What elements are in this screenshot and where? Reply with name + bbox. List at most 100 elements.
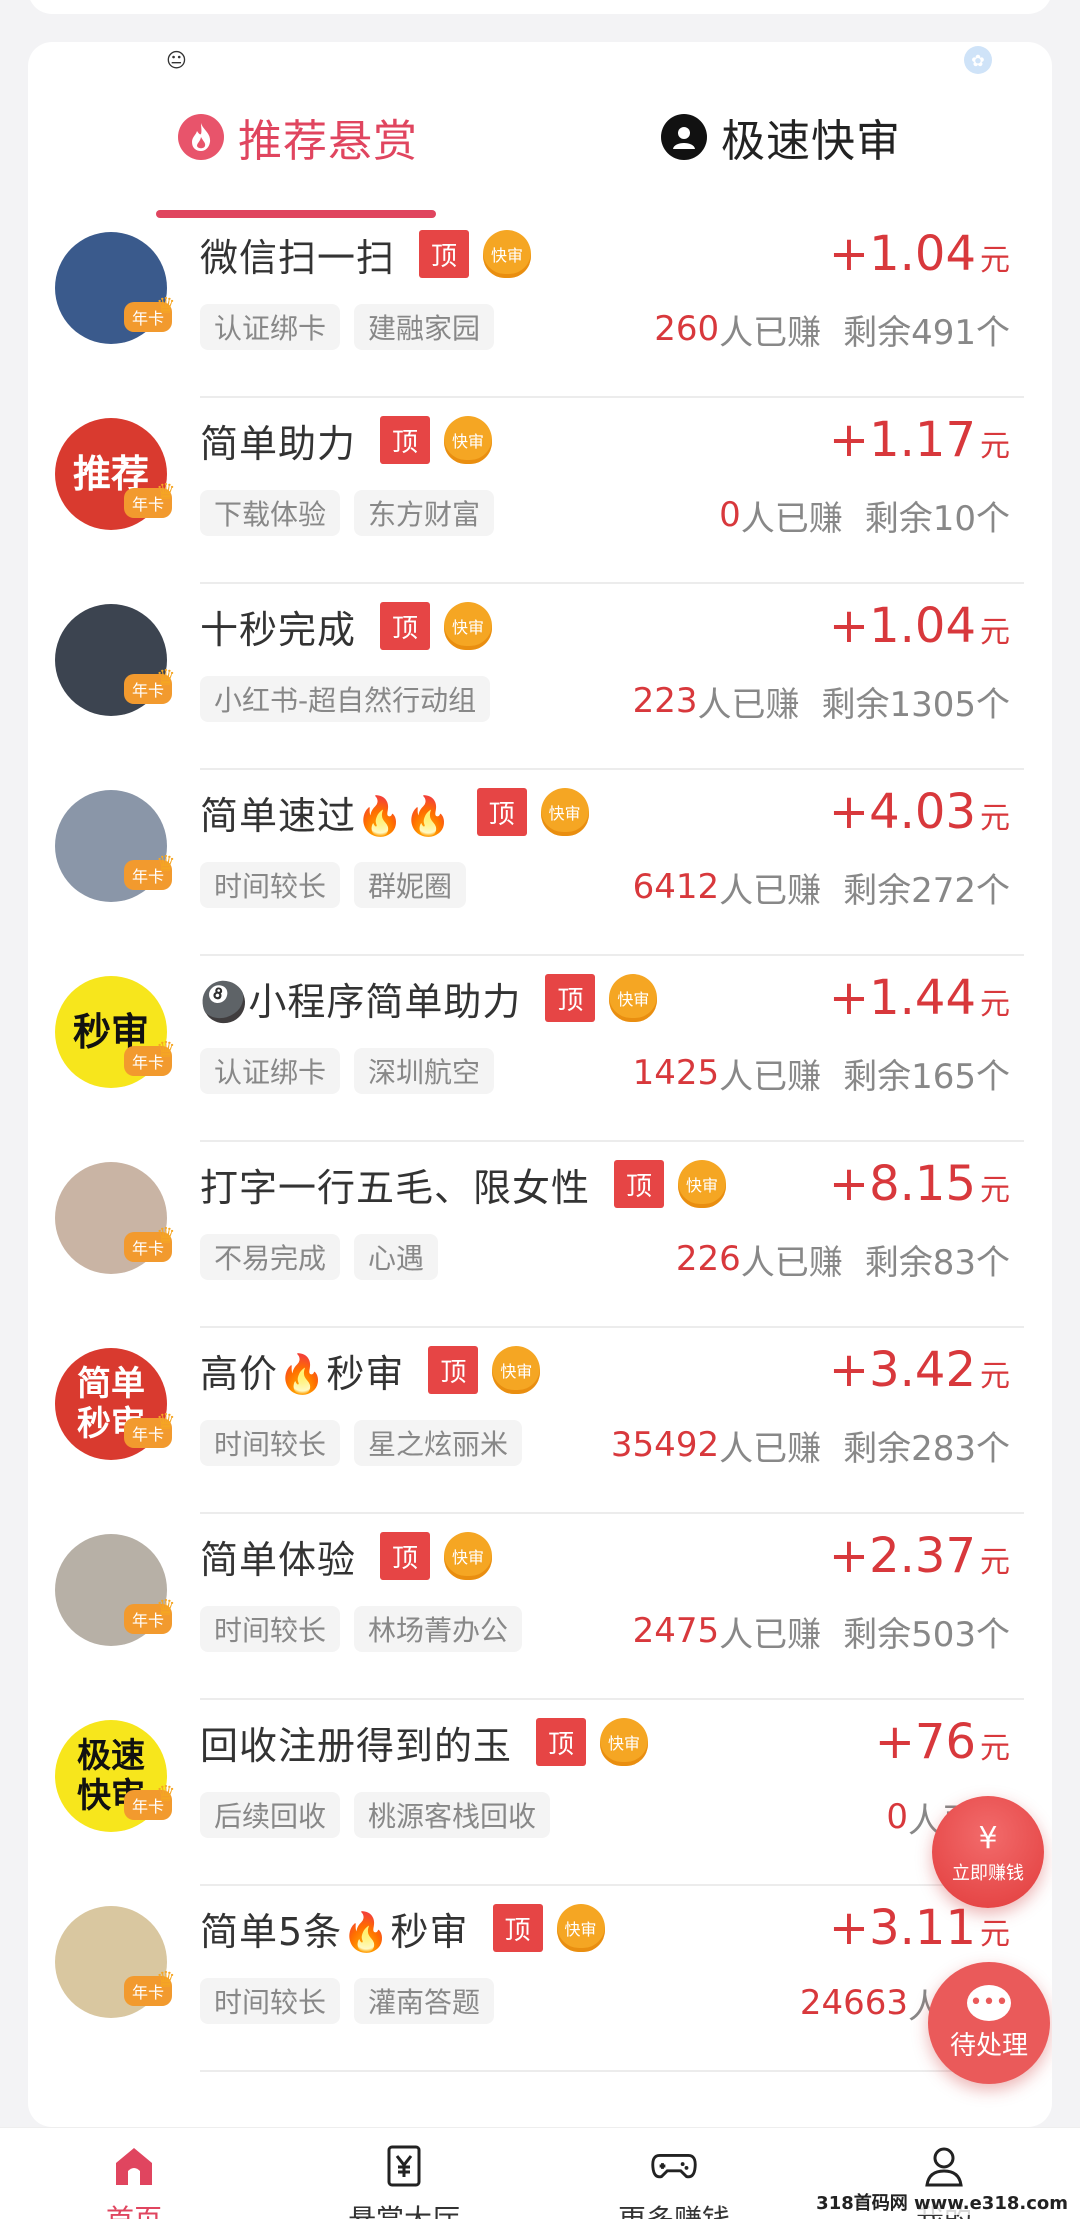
task-row[interactable]: 年卡 ♛ 微信扫一扫顶快审 +1.04 元认证绑卡 建融家园 260 人已赚 剩余491个 <box>28 212 1052 398</box>
earned-label: 人已赚 <box>719 312 822 353</box>
pending-button[interactable]: ••• 待处理 <box>928 1962 1050 2084</box>
earn-now-button[interactable]: ¥ 立即赚钱 <box>932 1796 1044 1908</box>
task-row[interactable]: 年卡♛简单5条🔥秒审顶快审+3.11元时间较长灌南答题24663人已赚 <box>28 1886 1052 2072</box>
price-amount: +1.17 <box>828 412 976 468</box>
task-list-card: 😐 ✿ 推荐悬赏 极速快审 年卡 ♛ 微信扫一扫顶快审 +1.04 元认证绑卡 建融家园 2… <box>28 42 1052 2127</box>
top-badge: 顶 <box>419 230 470 278</box>
fast-review-badge: 快审 <box>444 416 493 464</box>
task-tags: 时间较长 林场菁办公 <box>200 1606 536 1652</box>
price-unit: 元 <box>980 1917 1010 1952</box>
task-tag: 下载体验 <box>200 490 341 536</box>
crown-icon: ♛ <box>156 1038 176 1063</box>
remaining-suffix: 个 <box>976 1056 1010 1097</box>
task-price: +8.15 元 <box>829 1154 1010 1214</box>
earned-label: 人已赚 <box>697 684 800 725</box>
price-unit: 元 <box>980 1731 1010 1766</box>
top-badge: 顶 <box>545 974 596 1022</box>
earned-label: 人已赚 <box>719 1056 822 1097</box>
task-row[interactable]: 年卡 ♛ 简单体验顶快审 +2.37 元时间较长 林场菁办公 2475 人已赚 剩余503个 <box>28 1514 1052 1700</box>
task-row[interactable]: 年卡 ♛ 十秒完成顶快审 +1.04 元小红书-超自然行动组 223 人已赚 剩余1305个 <box>28 584 1052 770</box>
nav-home[interactable]: 首页 <box>34 2142 234 2219</box>
task-title-line: 高价🔥秒审顶快审 <box>200 1340 541 1400</box>
task-stats: 223 人已赚 剩余1305个 <box>632 678 1010 725</box>
tab-recommended-label: 推荐悬赏 <box>238 116 418 167</box>
task-row[interactable]: 年卡 ♛ 打字一行五毛、限女性顶快审 +8.15 元不易完成 心遇 226 人已赚 剩余83个 <box>28 1142 1052 1328</box>
task-tags: 不易完成 心遇 <box>200 1234 452 1280</box>
task-row[interactable]: 推荐 年卡 ♛ 简单助力顶快审 +1.17 元下载体验 东方财富 0 人已赚 剩余10个 <box>28 398 1052 584</box>
fast-review-badge: 快审 <box>483 230 532 278</box>
top-badge: 顶 <box>536 1718 587 1766</box>
task-price: +1.17 元 <box>829 410 1010 470</box>
earned-count: 0 <box>719 495 741 535</box>
task-title-line: 打字一行五毛、限女性顶快审 <box>200 1154 727 1214</box>
task-stats: 6412 人已赚 剩余272个 <box>633 864 1010 911</box>
fast-review-badge: 快审 <box>678 1160 727 1208</box>
task-row[interactable]: 简单秒审 年卡 ♛ 高价🔥秒审顶快审 +3.42 元时间较长 星之炫丽米 35492 人已赚 剩余… <box>28 1328 1052 1514</box>
remaining-prefix: 剩余 <box>843 312 912 353</box>
task-row[interactable]: 年卡 ♛ 简单速过🔥🔥 顶快审 +4.03 元时间较长 群妮圈 6412 人已赚 剩余272个 <box>28 770 1052 956</box>
price-amount: +1.44 <box>828 970 976 1026</box>
task-tags: 小红书-超自然行动组 <box>200 676 504 722</box>
task-title-line: 简单速过🔥🔥 顶快审 <box>200 782 589 842</box>
top-badge: 顶 <box>476 788 527 836</box>
task-tag: 林场菁办公 <box>354 1606 523 1652</box>
task-tags: 下载体验 东方财富 <box>200 490 508 536</box>
price-unit: 元 <box>980 615 1010 650</box>
top-badge: 顶 <box>614 1160 665 1208</box>
task-stats: 1425 人已赚 剩余165个 <box>633 1050 1010 1097</box>
pending-label: 待处理 <box>949 2030 1028 2061</box>
task-price: +76 元 <box>875 1712 1010 1772</box>
task-tag: 认证绑卡 <box>200 1048 341 1094</box>
task-row[interactable]: 极速快审年卡♛回收注册得到的玉顶快审+76元后续回收桃源客栈回收0人已赚 <box>28 1700 1052 1886</box>
task-title: 简单助力 <box>200 421 357 466</box>
fast-review-badge: 快审 <box>492 1346 541 1394</box>
tab-fast-review-label: 极速快审 <box>721 116 901 167</box>
price-amount: +76 <box>874 1714 976 1770</box>
remaining-prefix: 剩余 <box>864 498 933 539</box>
task-price: +3.42 元 <box>829 1340 1010 1400</box>
task-tags: 时间较长 群妮圈 <box>200 862 480 908</box>
task-row[interactable]: 秒审 年卡 ♛ 🎱小程序简单助力顶快审 +1.44 元认证绑卡 深圳航空 1425 人已赚 剩余1… <box>28 956 1052 1142</box>
task-price: +4.03 元 <box>829 782 1010 842</box>
remaining-suffix: 个 <box>976 684 1010 725</box>
remaining-prefix: 剩余 <box>843 870 912 911</box>
gamepad-icon <box>650 2142 698 2190</box>
task-title-line: 简单助力顶快审 <box>200 410 493 470</box>
remaining-suffix: 个 <box>976 1614 1010 1655</box>
nav-home-label: 首页 <box>106 2198 162 2219</box>
task-list: 年卡 ♛ 微信扫一扫顶快审 +1.04 元认证绑卡 建融家园 260 人已赚 剩余491个 推荐年… <box>28 212 1052 2072</box>
task-title-line: 微信扫一扫顶快审 <box>200 224 532 284</box>
crown-icon: ♛ <box>156 1410 176 1435</box>
remaining-value: 1305 <box>889 684 976 725</box>
price-amount: +3.42 <box>828 1342 976 1398</box>
task-title: 十秒完成 <box>200 607 357 652</box>
earned-label: 人已赚 <box>740 1242 843 1283</box>
price-unit: 元 <box>980 801 1010 836</box>
task-stats: 226 人已赚 剩余83个 <box>676 1236 1010 1283</box>
remaining-prefix: 剩余 <box>843 1614 912 1655</box>
task-tag: 建融家园 <box>354 304 495 350</box>
nav-more-earn[interactable]: 更多赚钱 <box>574 2142 774 2219</box>
crown-icon: ♛ <box>156 1596 176 1621</box>
task-tag: 认证绑卡 <box>200 304 341 350</box>
user-icon <box>661 114 707 160</box>
nav-reward-hall[interactable]: 悬赏大厅 <box>304 2142 504 2219</box>
remaining-prefix: 剩余 <box>821 684 890 725</box>
tab-fast-review[interactable]: 极速快审 <box>661 92 901 182</box>
task-tag: 灌南答题 <box>354 1978 495 2024</box>
previous-card <box>28 0 1052 14</box>
top-badge: 顶 <box>380 416 431 464</box>
price-amount: +1.04 <box>828 598 976 654</box>
task-tag: 时间较长 <box>200 862 341 908</box>
remaining-prefix: 剩余 <box>843 1428 912 1469</box>
remaining-value: 503 <box>911 1614 976 1655</box>
tab-recommended[interactable]: 推荐悬赏 <box>178 92 418 182</box>
task-tag: 时间较长 <box>200 1606 341 1652</box>
top-badge: 顶 <box>492 1904 543 1952</box>
fast-review-badge: 快审 <box>444 602 493 650</box>
flame-icon <box>178 114 224 160</box>
task-title: 简单速过🔥🔥 <box>200 793 453 838</box>
crown-icon: ♛ <box>156 852 176 877</box>
earned-count: 223 <box>632 681 698 721</box>
top-badge: 顶 <box>428 1346 479 1394</box>
